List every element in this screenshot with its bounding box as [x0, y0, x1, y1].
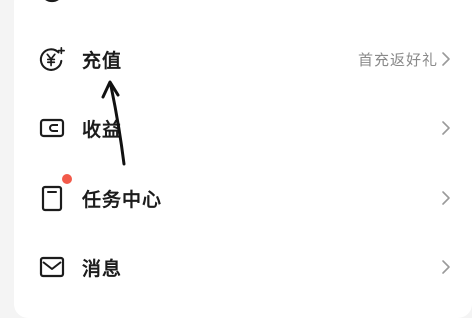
chevron-right-icon: [442, 121, 450, 135]
yen-sparkle-icon: [38, 45, 66, 73]
mail-icon: [38, 253, 66, 281]
notification-badge: [62, 174, 72, 184]
chevron-right-icon: [442, 191, 450, 205]
partial-top-icon: [45, 0, 59, 3]
menu-item-label: 消息: [82, 257, 123, 280]
wallet-icon: [38, 114, 66, 142]
menu-item-label: 收益: [82, 118, 123, 141]
menu-item-task-center[interactable]: 任务中心: [14, 167, 472, 229]
menu-item-label: 任务中心: [82, 188, 163, 211]
chevron-right-icon: [442, 260, 450, 274]
menu-item-label: 充值: [82, 49, 123, 72]
menu-item-earnings[interactable]: 收益: [14, 97, 472, 159]
clipboard-icon: [38, 184, 66, 212]
menu-item-messages[interactable]: 消息: [14, 236, 472, 298]
promo-text: 首充返好礼: [357, 50, 438, 69]
menu-item-recharge[interactable]: 充值 首充返好礼: [14, 28, 472, 90]
chevron-right-icon: [442, 52, 450, 66]
